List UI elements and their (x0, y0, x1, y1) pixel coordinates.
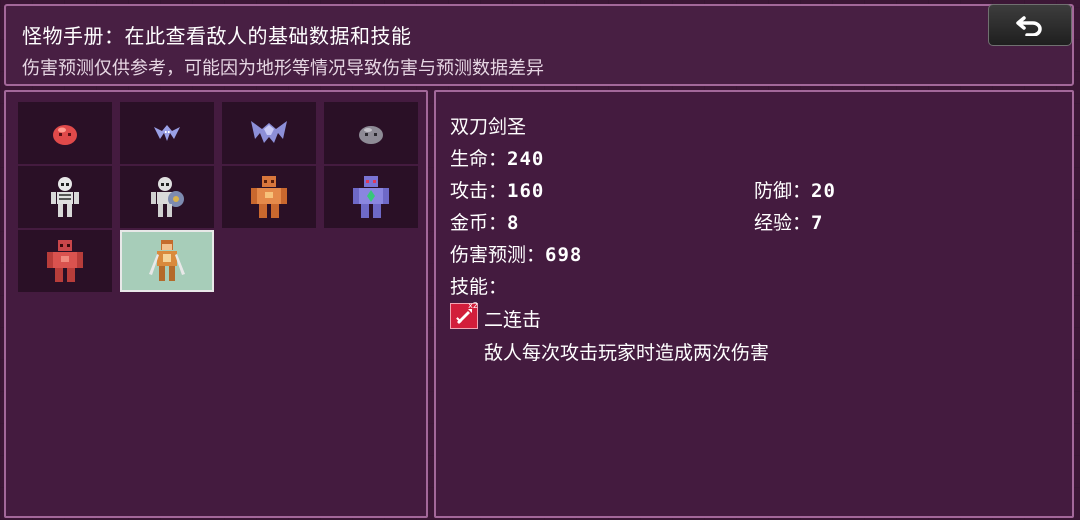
attack-value: 160 (507, 180, 545, 202)
red-golem-icon (47, 240, 83, 282)
big-bat-icon (251, 121, 287, 143)
monster-slot-skeleton-soldier[interactable] (120, 166, 214, 228)
monster-slot-small-bat[interactable] (120, 102, 214, 164)
exp-stat: 经验：7 (754, 208, 823, 235)
defense-value: 20 (811, 180, 836, 202)
gold-value: 8 (507, 212, 520, 234)
monster-slot-purple-golem[interactable] (324, 166, 418, 228)
hp-value: 240 (507, 148, 545, 170)
hp-label: 生命： (450, 148, 508, 170)
skill-description: 敌人每次攻击玩家时造成两次伤害 (484, 342, 770, 364)
gold-stat: 金币：8 (450, 208, 519, 235)
damage-value: 698 (545, 244, 583, 266)
monster-slot-red-slime[interactable] (18, 102, 112, 164)
skill-badge: x2 (468, 301, 478, 310)
gray-slime-icon (359, 126, 383, 144)
page-subtitle: 伤害预测仅供参考，可能因为地形等情况导致伤害与预测数据差异 (22, 58, 544, 79)
double-strike-sword-icon: x2 (450, 301, 478, 329)
damage-prediction-stat: 伤害预测：698 (450, 240, 582, 267)
exp-value: 7 (811, 212, 824, 234)
return-arrow-icon (1016, 16, 1042, 36)
skeleton-icon (51, 177, 79, 217)
page-title: 怪物手册：在此查看敌人的基础数据和技能 (22, 24, 412, 48)
defense-stat: 防御：20 (754, 176, 836, 203)
dual-blade-swordsman-icon (149, 240, 185, 281)
skill-name: 二连击 (484, 309, 542, 331)
damage-label: 伤害预测： (450, 244, 546, 266)
back-button[interactable] (988, 4, 1072, 46)
monster-name: 双刀剑圣 (450, 116, 527, 138)
attack-label: 攻击： (450, 180, 508, 202)
skeleton-soldier-icon (151, 177, 184, 217)
purple-golem-icon (353, 176, 389, 218)
orange-golem-icon (251, 176, 287, 218)
hp-stat: 生命：240 (450, 144, 544, 171)
small-bat-icon (154, 125, 180, 141)
monster-slot-skeleton[interactable] (18, 166, 112, 228)
gold-label: 金币： (450, 212, 508, 234)
monster-slot-orange-golem[interactable] (222, 166, 316, 228)
exp-label: 经验： (754, 212, 812, 234)
monster-slot-red-golem[interactable] (18, 230, 112, 292)
monster-slot-big-bat[interactable] (222, 102, 316, 164)
skills-label: 技能： (450, 276, 508, 298)
monster-slot-dual-blade-swordsman[interactable] (120, 230, 214, 292)
header-panel: 怪物手册：在此查看敌人的基础数据和技能 伤害预测仅供参考，可能因为地形等情况导致… (4, 4, 1074, 86)
red-slime-icon (53, 125, 77, 145)
defense-label: 防御： (754, 180, 812, 202)
attack-stat: 攻击：160 (450, 176, 544, 203)
monster-slot-gray-slime[interactable] (324, 102, 418, 164)
